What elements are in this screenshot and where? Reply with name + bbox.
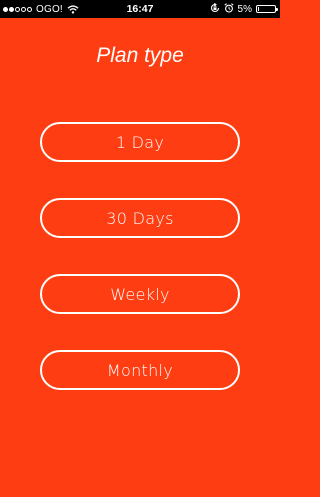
page-title: Plan type <box>96 44 184 67</box>
plan-monthly-button[interactable]: Monthly <box>40 350 240 390</box>
plan-1-day-button[interactable]: 1 Day <box>40 122 240 162</box>
rotation-lock-icon <box>210 2 220 16</box>
plan-30-days-button[interactable]: 30 Days <box>40 198 240 238</box>
battery-icon <box>256 5 278 13</box>
plan-weekly-button[interactable]: Weekly <box>40 274 240 314</box>
status-bar: OGO! 16:47 5% <box>0 0 280 18</box>
battery-percent: 5% <box>237 3 252 15</box>
alarm-icon <box>223 2 234 16</box>
status-bar-right: 5% <box>210 0 278 18</box>
